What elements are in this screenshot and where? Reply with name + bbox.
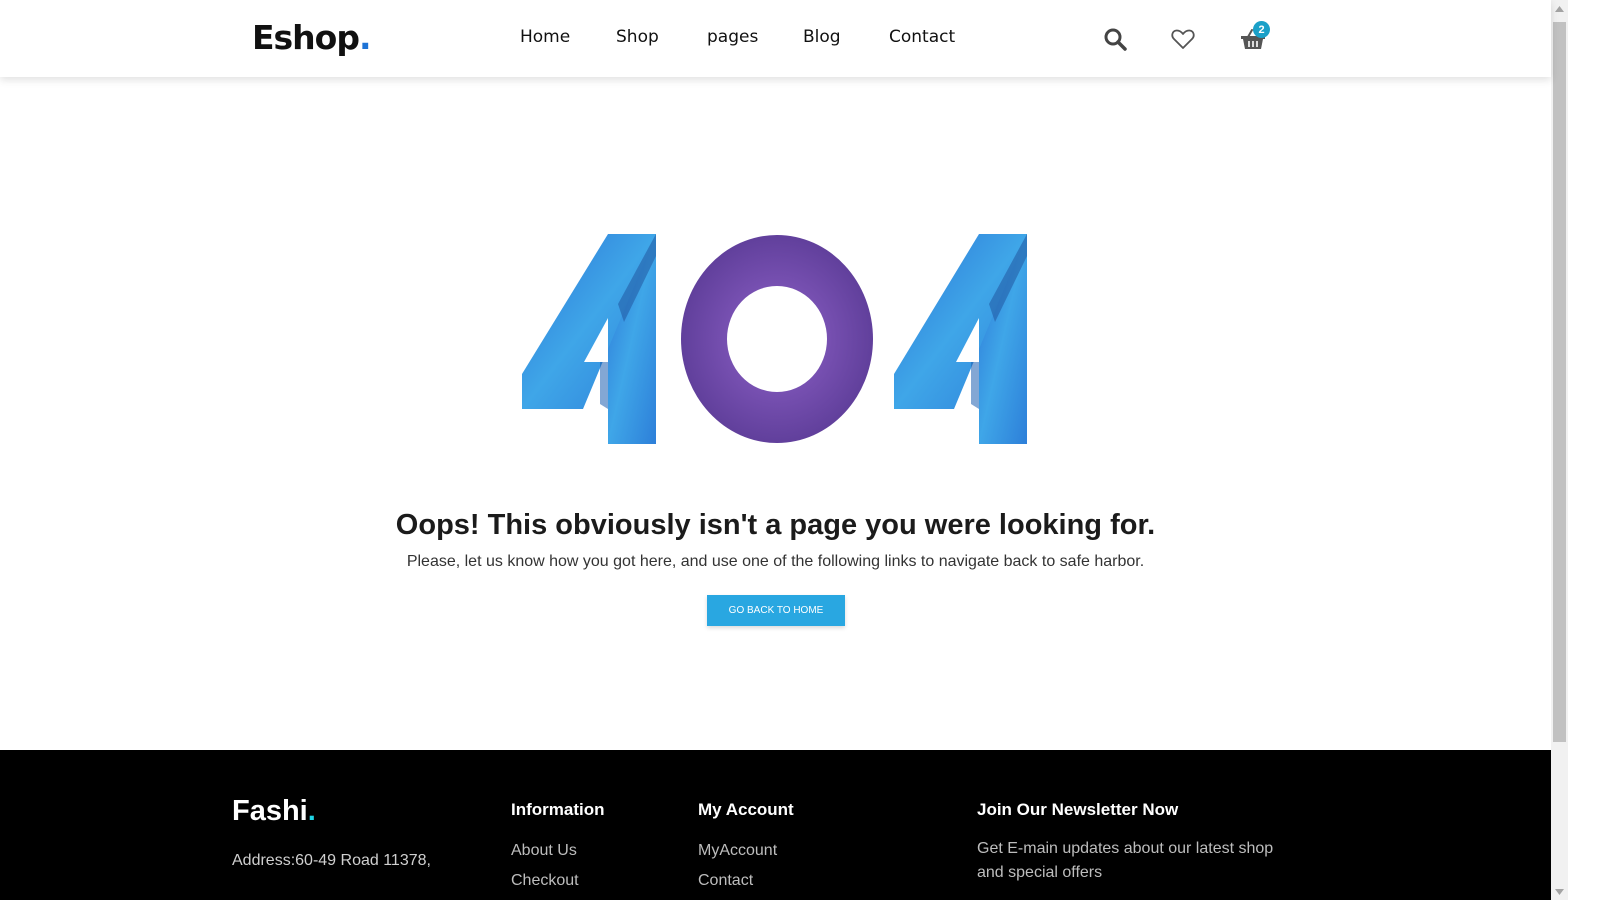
error-headline: Oops! This obviously isn't a page you we… — [395, 509, 1156, 541]
error-404-graphic — [520, 234, 1032, 454]
footer-account-title: My Account — [698, 800, 794, 819]
error-subtext: Please, let us know how you got here, an… — [406, 553, 1145, 570]
go-back-home-button[interactable]: GO BACK TO HOME — [707, 595, 845, 626]
vertical-scrollbar[interactable] — [1551, 0, 1568, 900]
heart-icon — [1171, 29, 1195, 49]
footer-link-myaccount[interactable]: MyAccount — [698, 842, 777, 860]
footer-logo-dot: . — [307, 795, 316, 827]
site-header: Eshop. Home Shop pages Blog Contact 2 — [0, 0, 1551, 77]
logo-dot: . — [358, 18, 372, 57]
footer-logo-text: Fashi — [232, 795, 308, 827]
scroll-up-arrow-icon[interactable] — [1551, 0, 1568, 17]
site-footer: Fashi. Address:60-49 Road 11378, Informa… — [0, 750, 1551, 900]
nav-blog[interactable]: Blog — [803, 27, 841, 47]
search-icon — [1104, 28, 1127, 51]
nav-shop[interactable]: Shop — [616, 27, 659, 47]
footer-newsletter-title: Join Our Newsletter Now — [977, 800, 1179, 819]
footer-logo[interactable]: Fashi. — [232, 795, 316, 828]
footer-link-checkout[interactable]: Checkout — [511, 872, 579, 890]
search-button[interactable] — [1098, 22, 1132, 56]
footer-address: Address:60-49 Road 11378, — [232, 852, 431, 869]
logo-text: Eshop — [252, 18, 360, 57]
nav-pages[interactable]: pages — [707, 27, 758, 47]
footer-link-about-us[interactable]: About Us — [511, 842, 577, 860]
cart-button[interactable]: 2 — [1236, 21, 1270, 56]
digit-zero — [681, 235, 873, 443]
error-page-content: Oops! This obviously isn't a page you we… — [0, 77, 1551, 750]
footer-link-contact[interactable]: Contact — [698, 872, 753, 890]
wishlist-button[interactable] — [1166, 22, 1200, 56]
scroll-down-arrow-icon[interactable] — [1551, 883, 1568, 900]
nav-contact[interactable]: Contact — [889, 27, 955, 47]
cart-count-badge: 2 — [1253, 21, 1270, 38]
site-logo[interactable]: Eshop. — [252, 18, 371, 57]
scrollbar-thumb[interactable] — [1553, 22, 1566, 742]
error-code-svg — [522, 234, 1027, 444]
footer-newsletter-text: Get E-main updates about our latest shop… — [977, 840, 1274, 881]
nav-home[interactable]: Home — [520, 27, 570, 47]
footer-information-title: Information — [511, 800, 605, 819]
digit-four-left — [522, 234, 656, 444]
window-edge — [1568, 0, 1600, 900]
digit-four-right — [894, 234, 1027, 444]
